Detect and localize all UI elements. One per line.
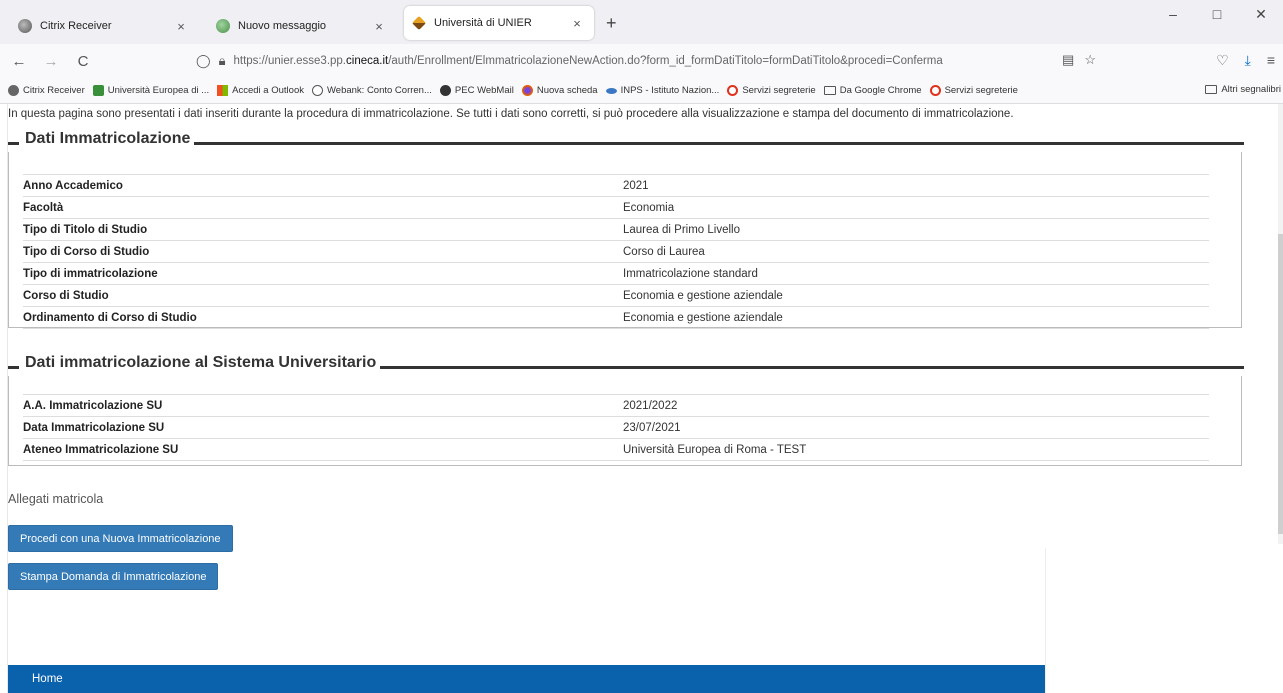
star-icon[interactable]: ☆ [1084, 52, 1096, 68]
tab-nuovo-messaggio[interactable]: Nuovo messaggio × [206, 8, 396, 44]
outlook-icon [217, 85, 229, 96]
table-row: Tipo di immatricolazione Immatricolazione… [23, 263, 1209, 285]
minimize-button[interactable]: – [1151, 6, 1195, 23]
bookmark-nuova-scheda[interactable]: Nuova scheda [521, 85, 598, 96]
menu-icon[interactable]: ≡ [1267, 52, 1275, 69]
section-dati-sistema-universitario: Dati immatricolazione al Sistema Univers… [8, 354, 1244, 466]
table-row: Tipo di Corso di Studio Corso di Laurea [23, 241, 1209, 263]
scrollbar[interactable] [1278, 104, 1283, 544]
close-icon[interactable]: × [570, 16, 584, 31]
bookmark-webank[interactable]: Webank: Conto Corren... [311, 85, 432, 96]
bookmark-inps[interactable]: INPS - Istituto Nazion... [605, 85, 719, 96]
citrix-icon [18, 19, 32, 33]
scrollbar-thumb[interactable] [1278, 234, 1283, 534]
url-actions: ▤ ☆ [1052, 52, 1096, 68]
table-row: Facoltà Economia [23, 197, 1209, 219]
bookmark-other[interactable]: Altri segnalibri [1199, 84, 1281, 95]
lock-icon[interactable]: 🔒︎ [219, 53, 226, 69]
bookmarks-bar: Citrix Receiver Università Europea di ..… [0, 78, 1283, 104]
browser-tab-bar: Citrix Receiver × Nuovo messaggio × Univ… [0, 0, 1283, 44]
new-enrollment-button[interactable]: Procedi con una Nuova Immatricolazione [8, 525, 233, 552]
section-dati-immatricolazione: Dati Immatricolazione Anno Accademico 202… [8, 130, 1244, 329]
section-title: Dati immatricolazione al Sistema Univers… [19, 354, 381, 372]
url-text: https://unier.esse3.pp.cineca.it/auth/En… [233, 55, 943, 67]
table-row: Corso di Studio Economia e gestione azien… [23, 285, 1209, 307]
tab-title: Nuovo messaggio [238, 20, 327, 32]
data-table: A.A. Immatricolazione SU 2021/2022 Data I… [23, 394, 1209, 461]
firefox-icon [521, 85, 533, 96]
folder-icon [1205, 85, 1218, 94]
bookmark-pec-webmail[interactable]: PEC WebMail [439, 85, 514, 96]
table-row: A.A. Immatricolazione SU 2021/2022 [23, 395, 1209, 417]
inps-icon [605, 87, 617, 94]
bookmark-citrix-receiver[interactable]: Citrix Receiver [8, 85, 85, 96]
tab-citrix-receiver[interactable]: Citrix Receiver × [8, 8, 198, 44]
pec-icon [439, 85, 451, 96]
bookmark-servizi-segreterie-2[interactable]: Servizi segreterie [929, 85, 1018, 96]
shield-icon: ◯ [196, 53, 211, 68]
download-icon[interactable]: ⤓ [1245, 52, 1251, 69]
data-table: Anno Accademico 2021 Facoltà Economia Tipo… [23, 174, 1209, 329]
reader-view-icon[interactable]: ▤ [1062, 52, 1074, 68]
tab-title: Citrix Receiver [40, 20, 112, 32]
opera-icon [727, 85, 739, 96]
mail-icon [216, 19, 230, 33]
table-row: Ordinamento di Corso di Studio Economia e… [23, 307, 1209, 329]
unier-icon [92, 85, 104, 96]
section-title: Dati Immatricolazione [19, 130, 195, 148]
reload-button[interactable]: C [70, 53, 96, 70]
table-row: Anno Accademico 2021 [23, 175, 1209, 197]
folder-icon [823, 86, 836, 95]
footer-home-link[interactable]: Home [32, 673, 63, 685]
back-button[interactable]: ← [6, 53, 32, 70]
forward-button[interactable]: → [38, 53, 64, 70]
pocket-icon[interactable]: ♡ [1216, 52, 1229, 69]
tab-title: Università di UNIER [434, 17, 532, 29]
table-row: Data Immatricolazione SU 23/07/2021 [23, 417, 1209, 439]
bookmark-servizi-segreterie[interactable]: Servizi segreterie [727, 85, 816, 96]
window-controls: – □ ✕ [1151, 6, 1283, 23]
bookmark-folder-google-chrome[interactable]: Da Google Chrome [823, 85, 922, 96]
maximize-button[interactable]: □ [1195, 6, 1239, 23]
citrix-icon [8, 85, 19, 96]
new-tab-button[interactable]: + [606, 13, 617, 34]
footer-bar: Home [8, 665, 1045, 693]
table-row: Tipo di Titolo di Studio Laurea di Primo … [23, 219, 1209, 241]
table-row: Ateneo Immatricolazione SU Università Eur… [23, 439, 1209, 461]
tab-universita-unier[interactable]: Università di UNIER × [404, 6, 594, 40]
allegati-matricola-heading: Allegati matricola [8, 492, 104, 506]
navigation-bar: ← → C ◯ 🔒︎ https://unier.esse3.pp.cineca… [0, 44, 1283, 78]
close-window-button[interactable]: ✕ [1239, 6, 1283, 23]
sidebar-edge [0, 104, 8, 693]
url-bar[interactable]: ◯ 🔒︎ https://unier.esse3.pp.cineca.it/au… [196, 48, 1096, 74]
globe-icon [311, 85, 323, 96]
toolbar-right: ♡ ⤓ ≡ [1200, 52, 1275, 69]
opera-icon [929, 85, 941, 96]
unier-icon [411, 15, 427, 31]
overlay-panel [1045, 548, 1283, 693]
print-enrollment-button[interactable]: Stampa Domanda di Immatricolazione [8, 563, 219, 590]
bookmark-outlook[interactable]: Accedi a Outlook [217, 85, 304, 96]
close-icon[interactable]: × [174, 19, 188, 34]
bookmark-universita-europea[interactable]: Università Europea di ... [92, 85, 209, 96]
close-icon[interactable]: × [372, 19, 386, 34]
intro-text: In questa pagina sono presentati i dati … [8, 108, 1014, 120]
